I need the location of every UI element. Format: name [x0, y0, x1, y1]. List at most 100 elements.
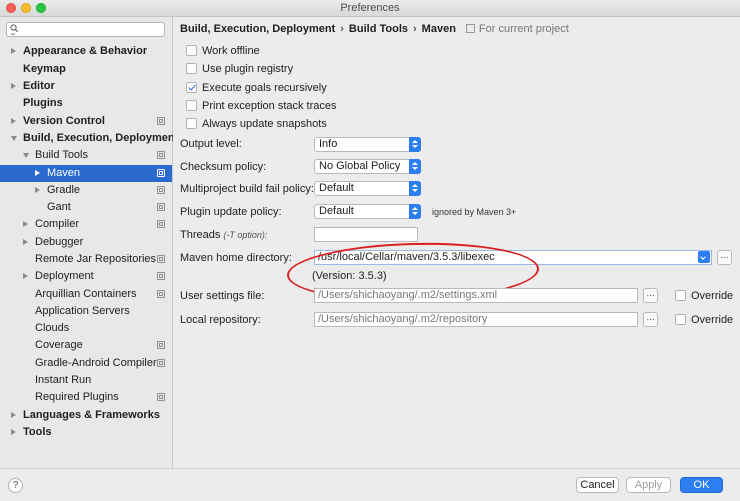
disclosure-collapsed-icon[interactable] [23, 221, 28, 227]
sidebar-item-label: Maven [47, 167, 81, 179]
disclosure-collapsed-icon[interactable] [23, 239, 28, 245]
disclosure-collapsed-icon[interactable] [11, 118, 16, 124]
project-scope-icon [157, 169, 165, 177]
sidebar-item-build-execution-deployment[interactable]: Build, Execution, Deployment [0, 130, 178, 147]
disclosure-collapsed-icon[interactable] [23, 273, 28, 279]
update-snapshots-label: Always update snapshots [202, 118, 327, 130]
project-scope-icon [157, 255, 165, 263]
project-scope-icon [465, 24, 475, 33]
breadcrumb-separator: › [340, 23, 344, 35]
local-repo-override-label: Override [691, 314, 734, 326]
work-offline-label: Work offline [202, 45, 260, 57]
sidebar-item-instant-run[interactable]: Instant Run [0, 372, 172, 389]
user-settings-override-checkbox[interactable] [675, 290, 686, 301]
ok-button[interactable]: OK [680, 477, 723, 493]
title-bar: Preferences [0, 0, 740, 17]
settings-sidebar: Appearance & Behavior Keymap Editor Plugins… [0, 17, 178, 468]
threads-hint: (-T option): [223, 230, 268, 240]
maven-home-browse-button[interactable]: ... [717, 250, 732, 265]
cancel-button[interactable]: Cancel [576, 477, 619, 493]
sidebar-item-application-servers[interactable]: Application Servers [0, 303, 172, 320]
project-scope-icon [157, 393, 165, 401]
plugin-update-value: Default [319, 205, 354, 217]
disclosure-collapsed-icon[interactable] [11, 83, 16, 89]
window-title: Preferences [340, 2, 400, 14]
sidebar-item-arquillian-containers[interactable]: Arquillian Containers [0, 286, 172, 303]
sidebar-item-label: Gant [47, 201, 71, 213]
user-settings-input[interactable]: /Users/shichaoyang/.m2/settings.xml [314, 288, 638, 303]
user-settings-browse-button[interactable]: ... [643, 288, 658, 303]
breadcrumb-item[interactable]: Build Tools [349, 23, 408, 35]
checksum-policy-value: No Global Policy [319, 160, 401, 172]
sidebar-item-required-plugins[interactable]: Required Plugins [0, 389, 172, 406]
sidebar-item-gradle-android-compiler[interactable]: Gradle-Android Compiler [0, 355, 172, 372]
output-level-select[interactable]: Info [314, 137, 421, 152]
local-repo-input[interactable]: /Users/shichaoyang/.m2/repository [314, 312, 638, 327]
disclosure-collapsed-icon[interactable] [11, 412, 16, 418]
local-repo-override-checkbox[interactable] [675, 314, 686, 325]
print-exception-checkbox[interactable] [186, 100, 197, 111]
scope-text: For current project [478, 23, 569, 35]
sidebar-item-label: Arquillian Containers [35, 288, 137, 300]
disclosure-expanded-icon[interactable] [23, 153, 29, 158]
update-snapshots-checkbox[interactable] [186, 118, 197, 129]
search-icon [10, 24, 18, 35]
project-scope-icon [157, 341, 165, 349]
disclosure-expanded-icon[interactable] [11, 136, 17, 141]
sidebar-item-coverage[interactable]: Coverage [0, 337, 172, 354]
disclosure-collapsed-icon[interactable] [11, 48, 16, 54]
apply-button[interactable]: Apply [626, 477, 671, 493]
maven-home-value: /usr/local/Cellar/maven/3.5.3/libexec [318, 251, 495, 263]
checksum-policy-label: Checksum policy: [180, 161, 267, 173]
sidebar-item-editor[interactable]: Editor [0, 78, 172, 95]
sidebar-item-label: Version Control [23, 115, 105, 127]
sidebar-item-keymap[interactable]: Keymap [0, 61, 172, 78]
sidebar-item-build-tools[interactable]: Build Tools [0, 147, 172, 164]
disclosure-collapsed-icon[interactable] [35, 170, 40, 176]
breadcrumb-item[interactable]: Build, Execution, Deployment [180, 23, 335, 35]
project-scope-icon [157, 203, 165, 211]
sidebar-item-label: Application Servers [35, 305, 130, 317]
execute-goals-label: Execute goals recursively [202, 82, 327, 94]
threads-input[interactable] [314, 227, 418, 242]
maven-home-combo[interactable]: /usr/local/Cellar/maven/3.5.3/libexec [314, 250, 712, 265]
local-repo-browse-button[interactable]: ... [643, 312, 658, 327]
chevron-updown-icon [409, 181, 421, 196]
chevron-down-icon[interactable] [698, 251, 710, 263]
sidebar-item-clouds[interactable]: Clouds [0, 320, 172, 337]
multiproject-fail-select[interactable]: Default [314, 181, 421, 196]
sidebar-item-label: Deployment [35, 270, 94, 282]
sidebar-item-debugger[interactable]: Debugger [0, 234, 172, 251]
multiproject-fail-value: Default [319, 182, 354, 194]
execute-goals-checkbox[interactable] [186, 82, 197, 93]
project-scope-icon [157, 272, 165, 280]
sidebar-item-compiler[interactable]: Compiler [0, 216, 172, 233]
settings-search-input[interactable] [6, 22, 165, 37]
help-button[interactable]: ? [8, 478, 23, 493]
project-scope-icon [157, 290, 165, 298]
disclosure-collapsed-icon[interactable] [11, 429, 16, 435]
sidebar-item-version-control[interactable]: Version Control [0, 113, 172, 130]
sidebar-item-languages-frameworks[interactable]: Languages & Frameworks [0, 407, 172, 424]
sidebar-item-label: Plugins [23, 97, 63, 109]
user-settings-label: User settings file: [180, 290, 265, 302]
breadcrumb-separator: › [413, 23, 417, 35]
sidebar-item-tools[interactable]: Tools [0, 424, 172, 441]
plugin-update-label: Plugin update policy: [180, 206, 282, 218]
sidebar-item-gant[interactable]: Gant [0, 199, 172, 216]
sidebar-item-gradle[interactable]: Gradle [0, 182, 172, 199]
plugin-update-select[interactable]: Default [314, 204, 421, 219]
checksum-policy-select[interactable]: No Global Policy [314, 159, 421, 174]
sidebar-item-label: Clouds [35, 322, 70, 334]
sidebar-item-remote-jar-repositories[interactable]: Remote Jar Repositories [0, 251, 172, 268]
sidebar-item-plugins[interactable]: Plugins [0, 95, 172, 112]
disclosure-collapsed-icon[interactable] [35, 187, 40, 193]
plugin-registry-checkbox[interactable] [186, 63, 197, 74]
maven-settings-panel: Build, Execution, Deployment › Build Tools… [173, 17, 740, 468]
scope-label: For current project [465, 23, 569, 35]
work-offline-checkbox[interactable] [186, 45, 197, 56]
sidebar-item-maven[interactable]: Maven [0, 165, 172, 182]
sidebar-item-deployment[interactable]: Deployment [0, 268, 172, 285]
sidebar-item-appearance-behavior[interactable]: Appearance & Behavior [0, 43, 172, 60]
sidebar-item-label: Languages & Frameworks [23, 409, 160, 421]
